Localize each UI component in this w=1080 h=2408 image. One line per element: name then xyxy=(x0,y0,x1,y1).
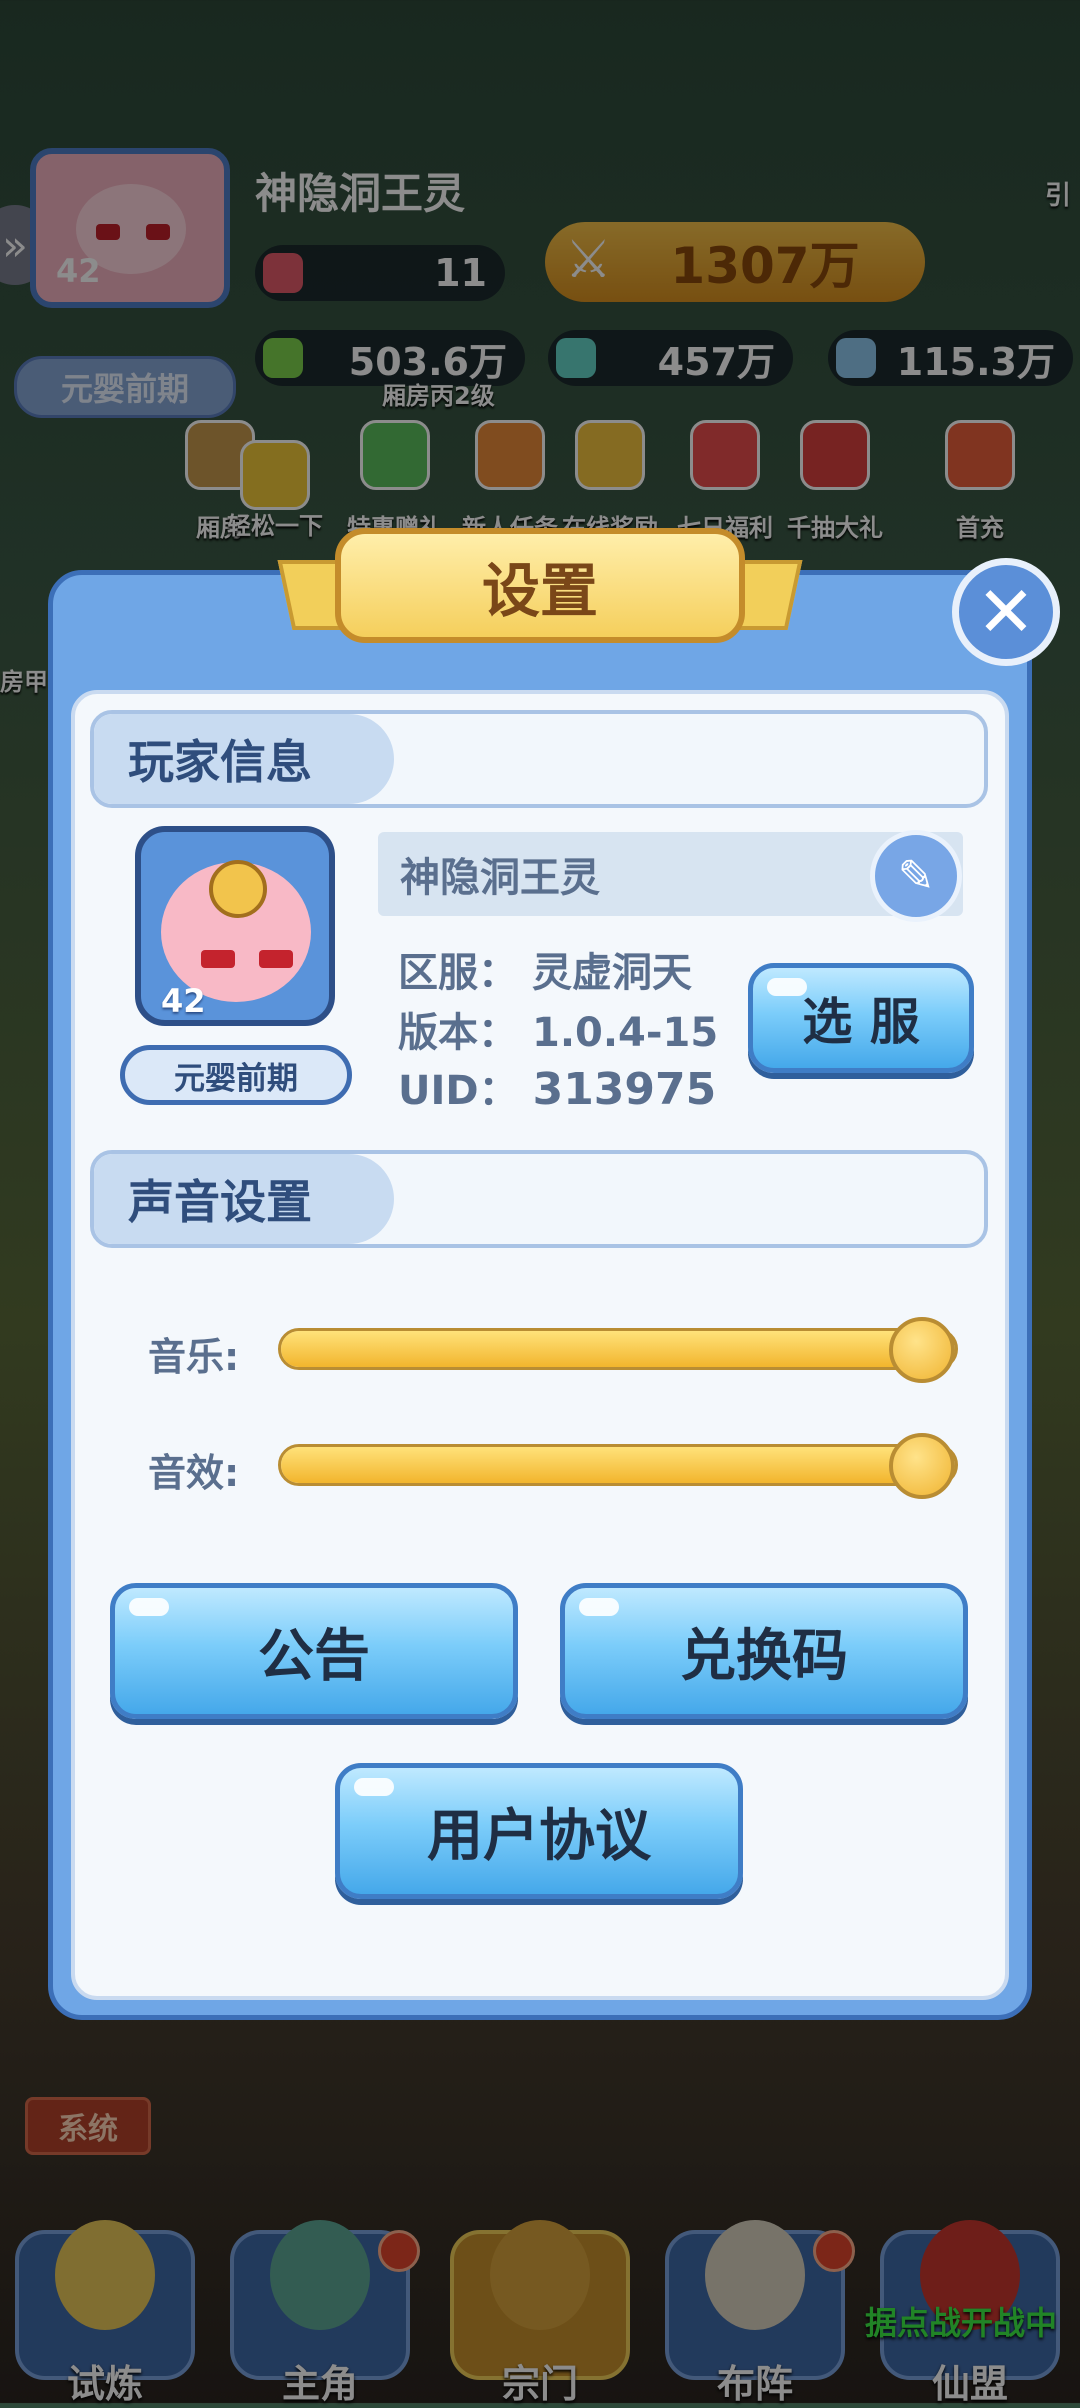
close-icon: ✕ xyxy=(976,571,1036,653)
dialog-title-banner: 设置 xyxy=(277,528,803,653)
avatar-eye xyxy=(259,950,293,968)
version-label: 版本： xyxy=(398,1010,518,1056)
button-label: 公告 xyxy=(258,1623,370,1689)
music-label: 音乐: xyxy=(148,1335,240,1379)
uid-value: 313975 xyxy=(532,1064,717,1115)
version-value: 1.0.4-15 xyxy=(532,1010,719,1056)
brush-icon: ✎ xyxy=(897,850,935,902)
section-title: 玩家信息 xyxy=(128,735,312,789)
uid-label: UID： xyxy=(398,1068,519,1114)
slider-knob[interactable] xyxy=(889,1433,955,1499)
close-button[interactable]: ✕ xyxy=(952,558,1060,666)
avatar-eye xyxy=(201,950,235,968)
sfx-label: 音效: xyxy=(148,1451,240,1495)
server-info: 区服： 灵虚洞天 xyxy=(398,940,692,998)
slider-knob[interactable] xyxy=(889,1317,955,1383)
button-shine xyxy=(579,1598,619,1616)
server-label: 区服： xyxy=(398,950,518,996)
player-realm-badge: 元婴前期 xyxy=(120,1045,352,1105)
uid-info: UID： 313975 xyxy=(398,1058,716,1116)
section-title: 声音设置 xyxy=(128,1175,312,1229)
sound-settings-header: 声音设置 xyxy=(90,1150,988,1248)
sfx-slider[interactable] xyxy=(278,1433,958,1499)
player-name: 神隐洞王灵 xyxy=(400,855,600,901)
button-label: 选 服 xyxy=(802,993,920,1051)
music-slider[interactable] xyxy=(278,1317,958,1383)
button-shine xyxy=(354,1778,394,1796)
version-info: 版本： 1.0.4-15 xyxy=(398,1000,718,1058)
notice-button[interactable]: 公告 xyxy=(110,1583,518,1719)
slider-fill xyxy=(281,1447,922,1483)
select-server-button[interactable]: 选 服 xyxy=(748,963,974,1073)
redeem-code-button[interactable]: 兑换码 xyxy=(560,1583,968,1719)
button-label: 兑换码 xyxy=(680,1623,848,1689)
avatar-coin xyxy=(209,860,267,918)
player-avatar[interactable]: 42 xyxy=(135,826,335,1026)
dialog-title: 设置 xyxy=(335,528,745,643)
player-level: 42 xyxy=(161,982,206,1020)
player-info-header: 玩家信息 xyxy=(90,710,988,808)
slider-fill xyxy=(281,1331,922,1367)
button-shine xyxy=(767,978,807,996)
edit-name-button[interactable]: ✎ xyxy=(870,830,962,922)
server-value: 灵虚洞天 xyxy=(532,950,692,996)
button-label: 用户协议 xyxy=(427,1803,651,1869)
button-shine xyxy=(129,1598,169,1616)
user-agreement-button[interactable]: 用户协议 xyxy=(335,1763,743,1899)
